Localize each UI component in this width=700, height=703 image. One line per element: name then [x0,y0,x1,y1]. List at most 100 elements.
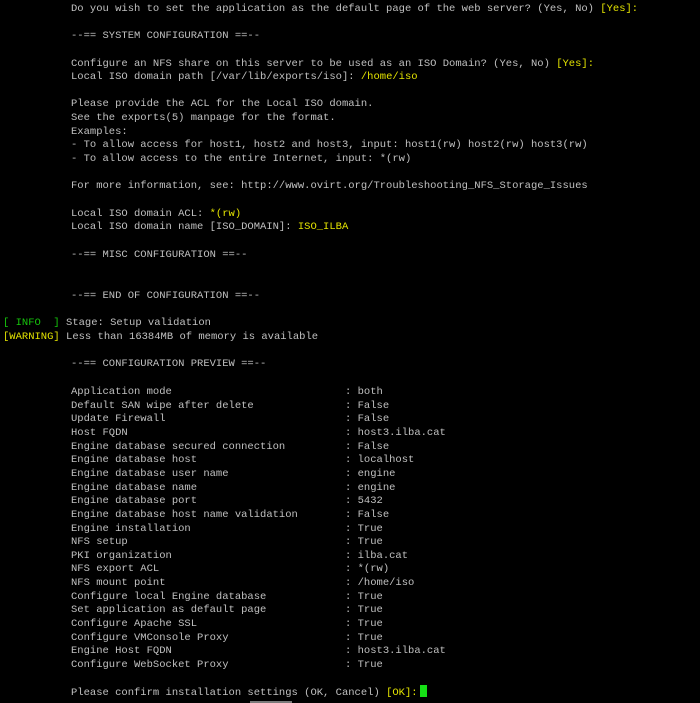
iso-name-line: Local ISO domain name [ISO_DOMAIN]: ISO_… [71,220,348,234]
preview-row: Engine database secured connection: Fals… [71,440,389,454]
preview-value: localhost [357,454,415,467]
status-warning-line: [WARNING] Less than 16384MB of memory is… [3,330,318,344]
preview-value: *(rw) [357,563,390,576]
preview-row: Application mode: both [71,385,383,399]
preview-value: False [357,413,390,426]
preview-key: Configure WebSocket Proxy [71,659,229,671]
preview-value: False [357,399,390,412]
preview-value: 5432 [357,495,383,508]
preview-separator: : [345,426,358,439]
preview-value: engine [357,467,396,480]
terminal-cursor[interactable] [419,685,427,697]
confirm-prompt: Please confirm installation settings (OK… [71,687,387,699]
acl-prompt: Local ISO domain ACL: [71,208,210,220]
preview-row: NFS mount point: /home/iso [71,576,414,590]
preview-row: Set application as default page: True [71,603,383,617]
acl-help-line: See the exports(5) manpage for the forma… [71,112,336,124]
preview-key: Engine database name [71,481,198,494]
info-tag: [ INFO ] [3,317,60,329]
iso-path-prompt: Local ISO domain path [/var/lib/exports/… [71,71,361,83]
preview-separator: : [345,481,358,494]
preview-key: Engine database port [71,495,198,508]
preview-value: True [357,631,383,644]
preview-value: True [357,536,383,549]
status-info-line: [ INFO ] Stage: Setup validation [3,316,211,330]
acl-help-line: - To allow access for host1, host2 and h… [71,139,588,151]
preview-row: Engine database name: engine [71,481,395,495]
preview-value: True [357,590,383,603]
preview-separator: : [345,399,358,412]
preview-row: NFS export ACL: *(rw) [71,562,389,576]
terminal-window[interactable]: Do you wish to set the application as th… [0,0,700,703]
preview-row: Engine Host FQDN: host3.ilba.cat [71,644,446,658]
confirm-default: [OK]: [386,687,418,699]
preview-key: Default SAN wipe after delete [71,399,254,412]
preview-separator: : [345,659,358,671]
preview-value: True [357,522,383,535]
preview-key: Update Firewall [71,413,166,426]
warning-tag: [WARNING] [3,331,60,343]
preview-separator: : [345,536,358,549]
preview-key: NFS export ACL [71,563,160,576]
preview-value: engine [357,481,396,494]
nfs-question-default: [Yes]: [556,58,594,70]
preview-separator: : [345,454,358,467]
acl-help-line: Please provide the ACL for the Local ISO… [71,98,374,110]
preview-key: Host FQDN [71,426,128,439]
preview-separator: : [345,645,358,658]
preview-key: NFS setup [71,536,128,549]
iso-name-value: ISO_ILBA [297,221,349,233]
preview-row: NFS setup: True [71,535,383,549]
preview-value: /home/iso [357,577,415,590]
iso-path-line: Local ISO domain path [/var/lib/exports/… [71,70,418,84]
acl-help-line: - To allow access to the entire Internet… [71,153,412,165]
preview-value: False [357,440,390,453]
preview-key: Engine database secured connection [71,440,286,453]
preview-separator: : [345,590,358,603]
preview-key: NFS mount point [71,577,166,590]
preview-key: Configure Apache SSL [71,618,198,631]
end-config-header: --== END OF CONFIGURATION ==-- [71,290,261,302]
preview-row: Configure VMConsole Proxy: True [71,631,383,645]
nfs-question-text: Configure an NFS share on this server to… [71,58,557,70]
question-text: Do you wish to set the application as th… [71,3,601,15]
preview-separator: : [345,495,358,508]
preview-key: Engine installation [71,522,191,535]
preview-key: Configure VMConsole Proxy [71,631,229,644]
preview-value: True [357,604,383,617]
preview-value: host3.ilba.cat [357,645,446,658]
preview-separator: : [345,604,358,617]
more-info-line: For more information, see: http://www.ov… [71,180,588,192]
preview-separator: : [345,618,358,631]
preview-row: Configure WebSocket Proxy: True [71,658,383,672]
preview-row: Configure Apache SSL: True [71,617,383,631]
preview-separator: : [345,563,358,576]
acl-value: *(rw) [209,208,242,220]
iso-name-prompt: Local ISO domain name [ISO_DOMAIN]: [71,221,298,233]
confirm-line[interactable]: Please confirm installation settings (OK… [71,685,427,699]
preview-separator: : [345,440,358,453]
preview-separator: : [345,508,358,521]
preview-separator: : [345,413,358,426]
preview-value: True [357,659,383,671]
preview-value: False [357,508,390,521]
preview-row: Engine database port: 5432 [71,494,383,508]
misc-config-header: --== MISC CONFIGURATION ==-- [71,249,248,261]
preview-row: Engine database host name validation: Fa… [71,508,389,522]
iso-path-value: /home/iso [360,71,418,83]
preview-separator: : [345,577,358,590]
preview-value: host3.ilba.cat [357,426,446,439]
preview-row: Update Firewall: False [71,412,389,426]
preview-separator: : [345,386,358,398]
preview-key: Engine database host [71,454,198,467]
preview-key: Engine database user name [71,467,229,480]
preview-key: Configure local Engine database [71,590,267,603]
preview-key: PKI organization [71,549,172,562]
preview-header: --== CONFIGURATION PREVIEW ==-- [71,358,267,370]
preview-key: Application mode [71,386,172,398]
default-page-question: Do you wish to set the application as th… [71,2,638,16]
preview-value: True [357,618,383,631]
acl-line: Local ISO domain ACL: *(rw) [71,207,241,221]
preview-separator: : [345,522,358,535]
preview-separator: : [345,467,358,480]
